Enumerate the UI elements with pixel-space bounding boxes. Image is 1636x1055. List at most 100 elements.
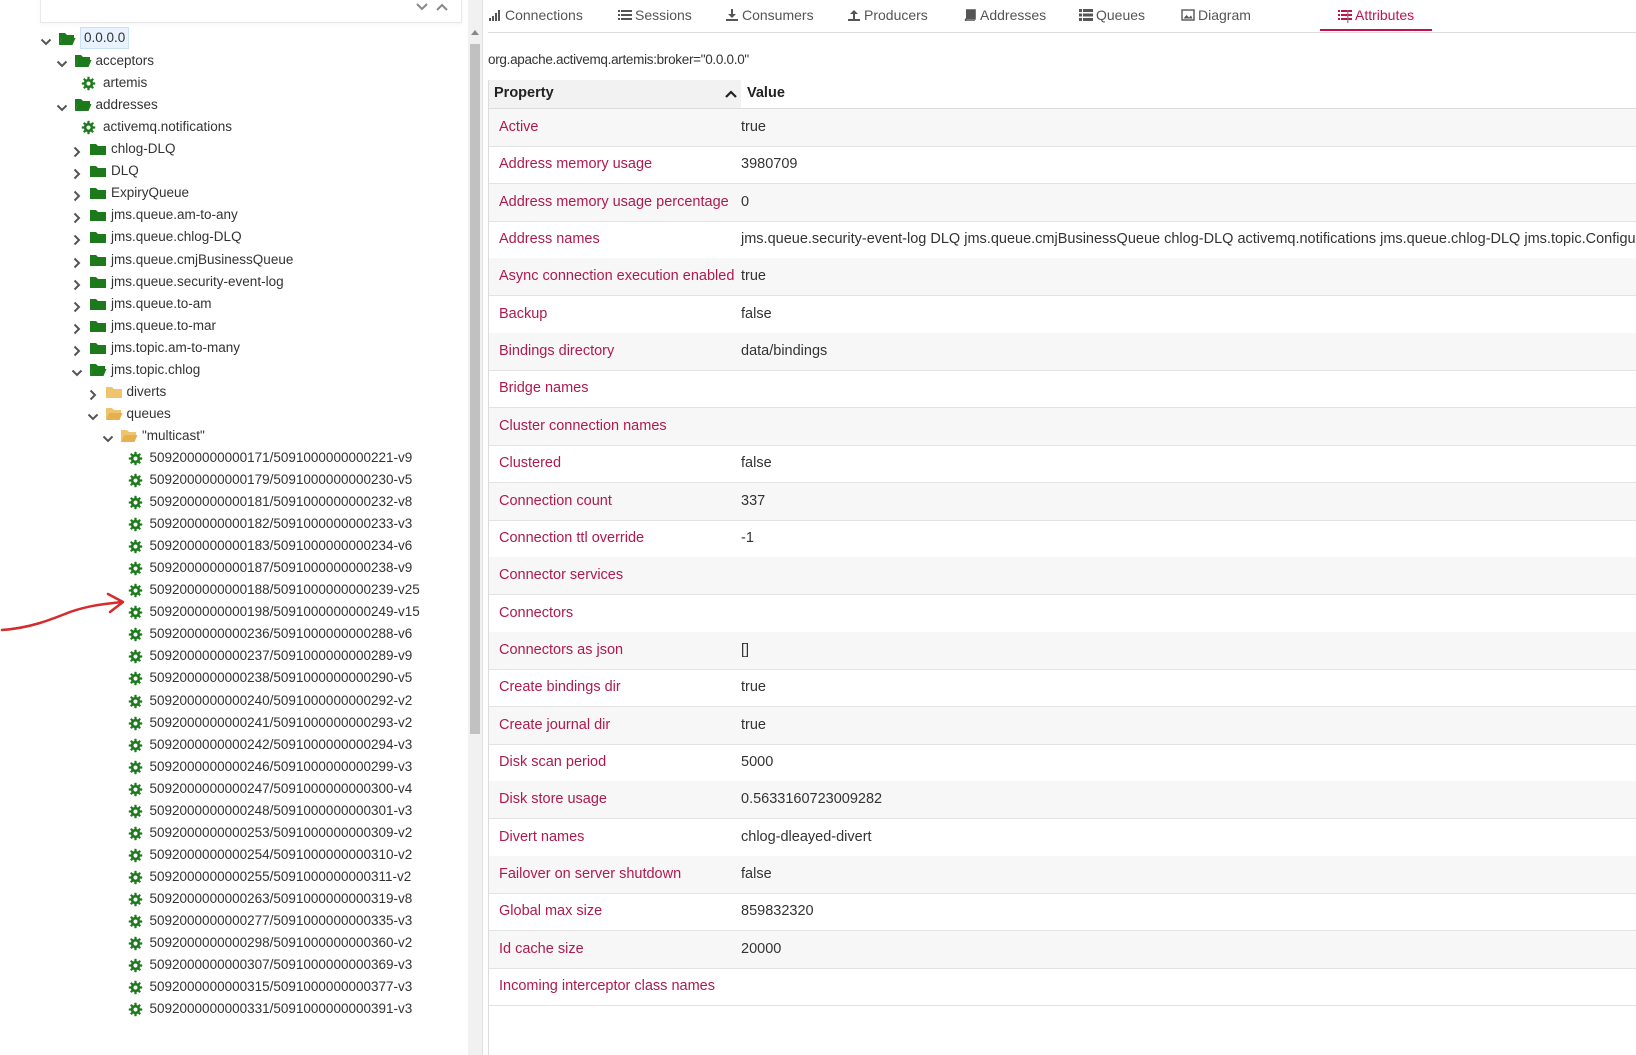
collapse-all-icon[interactable] (435, 0, 449, 14)
expand-all-icon[interactable] (415, 0, 429, 14)
table-row[interactable]: Clustered false (488, 445, 1636, 484)
value-header-label[interactable]: Value (747, 85, 785, 101)
table-row[interactable]: Connectors (488, 595, 1636, 633)
tree-node-label[interactable]: 5092000000000247/5091000000000300-v4 (150, 778, 413, 800)
tree-node[interactable]: 5092000000000331/5091000000000391-v3 (0, 998, 468, 1020)
tree-node[interactable]: 5092000000000253/5091000000000309-v2 (0, 822, 468, 844)
tree-node-label[interactable]: jms.queue.cmjBusinessQueue (111, 249, 293, 271)
property-name[interactable]: Disk store usage (499, 781, 607, 818)
tree-node[interactable]: jms.topic.chlog (0, 359, 468, 381)
tree-node-label[interactable]: 5092000000000198/5091000000000249-v15 (150, 601, 420, 623)
tree-node-label[interactable]: acceptors (96, 50, 155, 72)
tree-node-label[interactable]: diverts (127, 381, 167, 403)
table-row[interactable]: Backup false (488, 296, 1636, 334)
tree-node-label[interactable]: 5092000000000187/5091000000000238-v9 (150, 557, 413, 579)
property-name[interactable]: Address memory usage percentage (499, 184, 729, 221)
chevron-down-icon[interactable] (56, 55, 68, 68)
table-row[interactable]: Bridge names (488, 370, 1636, 409)
tree-node[interactable]: jms.queue.cmjBusinessQueue (0, 249, 468, 271)
property-name[interactable]: Cluster connection names (499, 408, 667, 445)
tree-node-label[interactable]: 5092000000000240/5091000000000292-v2 (150, 690, 413, 712)
tree-node-label[interactable]: 5092000000000238/5091000000000290-v5 (150, 667, 413, 689)
tree-node-label[interactable]: jms.queue.to-mar (111, 315, 216, 337)
tree-node-label[interactable]: 5092000000000188/5091000000000239-v25 (150, 579, 420, 601)
tree-node[interactable]: "multicast" (0, 425, 468, 447)
tree-node[interactable]: activemq.notifications (0, 116, 468, 138)
tab-sessions[interactable]: Sessions (618, 0, 692, 31)
table-row[interactable]: Disk store usage 0.5633160723009282 (488, 781, 1636, 820)
tree-node-label[interactable]: DLQ (111, 160, 139, 182)
chevron-right-icon[interactable] (71, 320, 83, 334)
chevron-right-icon[interactable] (71, 165, 83, 180)
tree-node[interactable]: 5092000000000171/5091000000000221-v9 (0, 447, 468, 469)
tree-node[interactable]: jms.topic.am-to-many (0, 337, 468, 359)
property-name[interactable]: Connector services (499, 557, 623, 594)
tree-node[interactable]: artemis (0, 72, 468, 94)
property-name[interactable]: Clustered (499, 445, 561, 482)
tree-node-label[interactable]: 5092000000000254/5091000000000310-v2 (150, 844, 413, 866)
tree-scrollbar[interactable] (468, 0, 482, 1055)
tree-node-label[interactable]: 5092000000000242/5091000000000294-v3 (150, 734, 413, 756)
tab-attributes[interactable]: Attributes (1320, 0, 1433, 31)
table-row[interactable]: Address memory usage 3980709 (488, 146, 1636, 185)
tree-node-label[interactable]: 5092000000000331/5091000000000391-v3 (150, 998, 413, 1020)
tree-node-label[interactable]: jms.topic.am-to-many (111, 337, 240, 359)
chevron-down-icon[interactable] (40, 33, 52, 46)
tree-node-label[interactable]: jms.queue.chlog-DLQ (111, 226, 242, 248)
property-name[interactable]: Address names (499, 221, 600, 258)
tree-node-label[interactable]: jms.queue.to-am (111, 293, 212, 315)
tree-node[interactable]: 0.0.0.0 (0, 27, 468, 50)
tree-node[interactable]: jms.queue.chlog-DLQ (0, 226, 468, 248)
tree-node[interactable]: 5092000000000242/5091000000000294-v3 (0, 734, 468, 756)
table-row[interactable]: Active true (488, 109, 1636, 147)
table-row[interactable]: Address memory usage percentage 0 (488, 183, 1636, 222)
tree-node[interactable]: 5092000000000241/5091000000000293-v2 (0, 712, 468, 734)
table-row[interactable]: Global max size 859832320 (488, 893, 1636, 932)
chevron-right-icon[interactable] (71, 298, 83, 312)
tree-node[interactable]: 5092000000000255/5091000000000311-v2 (0, 866, 468, 888)
sort-ascending-icon[interactable] (725, 89, 737, 99)
tree-node-label[interactable]: 5092000000000181/5091000000000232-v8 (150, 491, 413, 513)
tree-node[interactable]: DLQ (0, 160, 468, 182)
table-row[interactable]: Cluster connection names (488, 407, 1636, 446)
chevron-right-icon[interactable] (71, 209, 83, 224)
property-name[interactable]: Active (499, 109, 539, 146)
tree-node[interactable]: 5092000000000315/5091000000000377-v3 (0, 976, 468, 998)
tree-node[interactable]: 5092000000000187/5091000000000238-v9 (0, 557, 468, 579)
tree-node-label[interactable]: 5092000000000183/5091000000000234-v6 (150, 535, 413, 557)
property-name[interactable]: Bindings directory (499, 333, 614, 370)
tree-node[interactable]: 5092000000000182/5091000000000233-v3 (0, 513, 468, 535)
chevron-down-icon[interactable] (71, 364, 83, 377)
property-name[interactable]: Incoming interceptor class names (499, 968, 715, 1005)
tree-node[interactable]: queues (0, 403, 468, 425)
table-row[interactable]: Connectors as json [] (488, 631, 1636, 670)
property-name[interactable]: Global max size (499, 893, 602, 930)
chevron-right-icon[interactable] (87, 386, 99, 401)
tree-node-label[interactable]: 5092000000000248/5091000000000301-v3 (150, 800, 413, 822)
tree-node[interactable]: 5092000000000246/5091000000000299-v3 (0, 756, 468, 778)
table-row[interactable]: Divert names chlog-dleayed-divert (488, 819, 1636, 857)
tree-node-label[interactable]: jms.topic.chlog (111, 359, 200, 381)
tree-node[interactable]: jms.queue.to-mar (0, 315, 468, 337)
table-row[interactable]: Disk scan period 5000 (488, 744, 1636, 782)
chevron-down-icon[interactable] (56, 99, 68, 112)
table-row[interactable]: Connection ttl override -1 (488, 520, 1636, 558)
tree-node-label[interactable]: 5092000000000246/5091000000000299-v3 (150, 756, 413, 778)
tree-node[interactable]: jms.queue.am-to-any (0, 204, 468, 226)
tree-node-label[interactable]: 5092000000000255/5091000000000311-v2 (150, 866, 412, 888)
tree-node-label[interactable]: 5092000000000277/5091000000000335-v3 (150, 910, 413, 932)
scroll-up-icon[interactable] (471, 30, 479, 35)
tree-node-label[interactable]: 5092000000000236/5091000000000288-v6 (150, 623, 413, 645)
tree-node-label[interactable]: 5092000000000253/5091000000000309-v2 (150, 822, 413, 844)
table-row[interactable]: Connection count 337 (488, 482, 1636, 521)
tree-node[interactable]: 5092000000000238/5091000000000290-v5 (0, 667, 468, 689)
tree-node-label[interactable]: jms.queue.am-to-any (111, 204, 238, 226)
tree-node[interactable]: ExpiryQueue (0, 182, 468, 204)
tree-node-label[interactable]: 5092000000000182/5091000000000233-v3 (150, 513, 413, 535)
table-row[interactable]: Failover on server shutdown false (488, 856, 1636, 894)
property-name[interactable]: Create journal dir (499, 707, 610, 744)
tree-node-label[interactable]: 5092000000000237/5091000000000289-v9 (150, 645, 413, 667)
tree-node-label[interactable]: 5092000000000307/5091000000000369-v3 (150, 954, 413, 976)
tree-node[interactable]: 5092000000000237/5091000000000289-v9 (0, 645, 468, 667)
tree-node[interactable]: 5092000000000298/5091000000000360-v2 (0, 932, 468, 954)
